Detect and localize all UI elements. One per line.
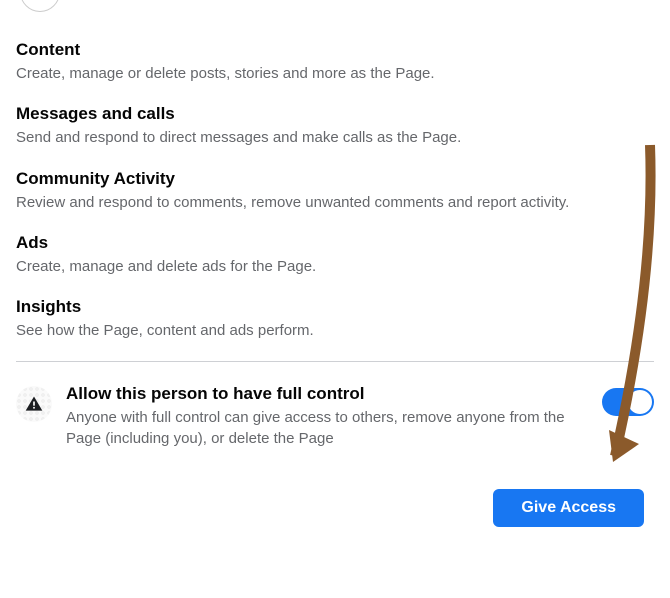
full-control-toggle[interactable] [602,388,654,416]
section-content: Content Create, manage or delete posts, … [16,40,654,84]
section-ads: Ads Create, manage and delete ads for th… [16,233,654,277]
section-title: Messages and calls [16,104,654,124]
give-access-button[interactable]: Give Access [493,489,644,527]
section-community: Community Activity Review and respond to… [16,169,654,213]
full-control-row: Allow this person to have full control A… [16,362,654,459]
section-desc: See how the Page, content and ads perfor… [16,321,654,341]
section-desc: Create, manage or delete posts, stories … [16,64,654,84]
section-desc: Create, manage and delete ads for the Pa… [16,257,654,277]
full-control-desc: Anyone with full control can give access… [66,408,588,449]
toggle-knob [628,390,652,414]
full-control-title: Allow this person to have full control [66,384,588,404]
alert-triangle-icon [24,394,44,414]
avatar-placeholder [20,0,60,12]
section-title: Ads [16,233,654,253]
section-title: Content [16,40,654,60]
section-desc: Send and respond to direct messages and … [16,128,654,148]
section-title: Insights [16,297,654,317]
section-insights: Insights See how the Page, content and a… [16,297,654,341]
section-title: Community Activity [16,169,654,189]
warning-icon [16,386,52,422]
section-messages: Messages and calls Send and respond to d… [16,104,654,148]
section-desc: Review and respond to comments, remove u… [16,193,654,213]
